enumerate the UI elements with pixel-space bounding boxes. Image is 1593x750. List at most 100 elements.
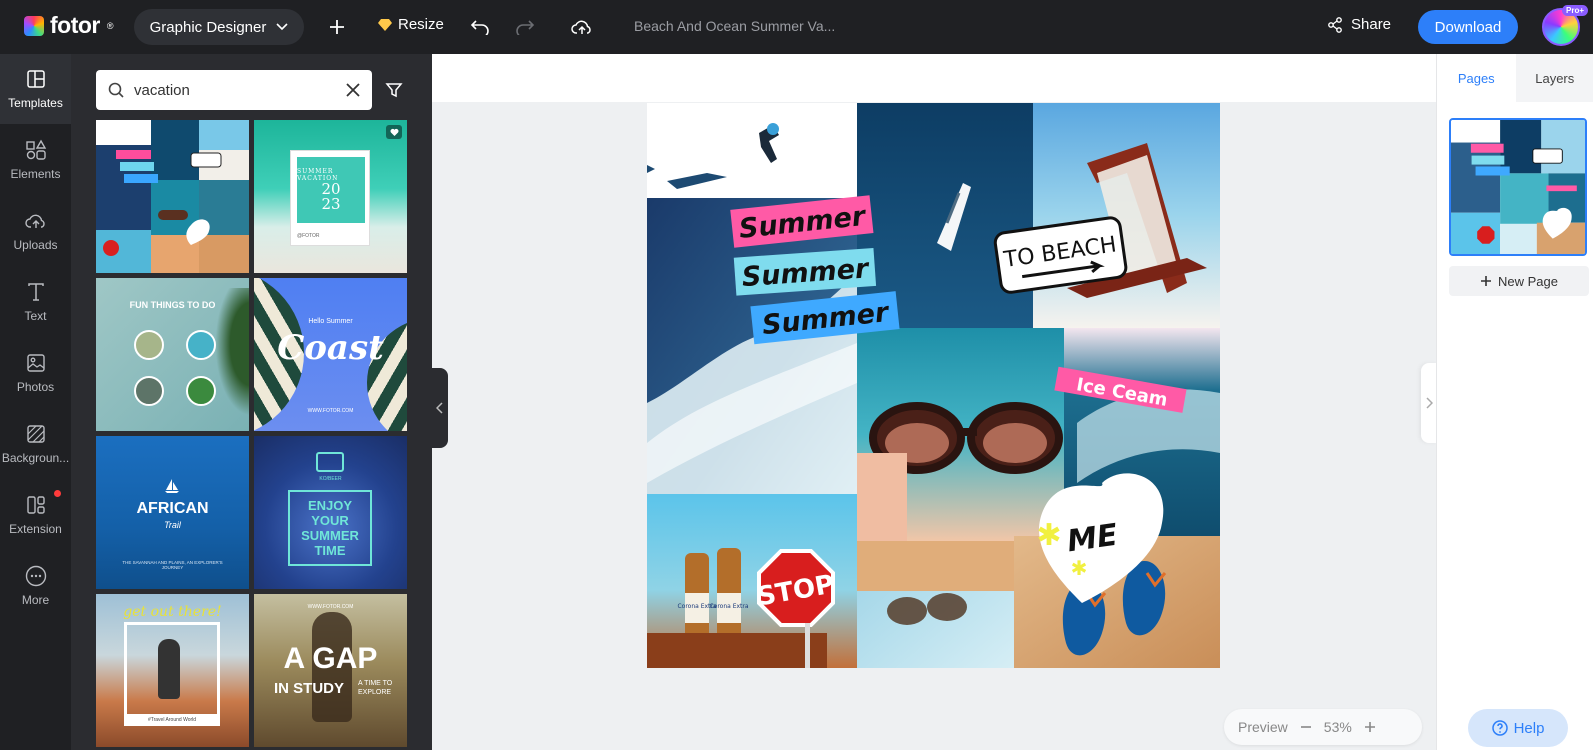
search-icon (108, 82, 124, 98)
template-text: Hello Summer (308, 318, 353, 325)
template-text: A GAP (283, 642, 378, 675)
page-thumbnail[interactable] (1449, 118, 1587, 256)
rail-label: Elements (10, 167, 61, 181)
top-bar: fotor ® Graphic Designer Resize Beach And… (0, 0, 1593, 54)
template-text: KO/BEER (319, 476, 342, 482)
beer-mug-icon (316, 452, 344, 472)
share-label: Share (1351, 16, 1392, 33)
template-african-trail[interactable]: AFRICAN Trail THE SAVANNAH AND PLAINS, A… (96, 436, 249, 589)
resize-label: Resize (398, 16, 444, 33)
redo-icon[interactable] (513, 15, 537, 39)
rail-item-templates[interactable]: Templates (0, 54, 71, 124)
collapse-panel-button[interactable] (432, 368, 448, 448)
rail-item-text[interactable]: Text (0, 267, 71, 337)
photos-icon (25, 352, 47, 374)
new-page-label: New Page (1498, 273, 1558, 289)
templates-icon (25, 68, 47, 90)
template-text: Trail (164, 520, 181, 530)
page-thumbnail-image (1451, 120, 1585, 254)
rail-item-uploads[interactable]: Uploads (0, 196, 71, 266)
cloud-save-icon[interactable] (570, 15, 594, 39)
favorite-icon[interactable] (386, 125, 402, 139)
help-icon (1491, 720, 1508, 736)
designer-mode-select[interactable]: Graphic Designer (134, 9, 304, 45)
template-a-gap[interactable]: WWW.FOTOR.COM A GAP IN STUDY A TIME TO E… (254, 594, 407, 747)
design-canvas[interactable]: Corona Extra Corona Extra STOP Summer Su… (647, 103, 1220, 668)
filter-icon[interactable] (384, 80, 404, 100)
undo-icon[interactable] (468, 15, 492, 39)
pro-badge: Pro+ (1562, 5, 1589, 16)
asterisk-decoration: ✱ (1071, 556, 1088, 580)
resize-button[interactable]: Resize (378, 16, 444, 33)
rail-label: Backgroun... (1, 451, 70, 465)
rail-label: Uploads (13, 238, 58, 252)
template-hello-summer-coast[interactable]: Hello Summer Coast WWW.FOTOR.COM (254, 278, 407, 431)
more-icon (25, 565, 47, 587)
fotor-logo[interactable]: fotor ® (24, 12, 114, 39)
share-button[interactable]: Share (1327, 16, 1391, 33)
rail-label: Photos (16, 380, 55, 394)
rail-label: Text (24, 309, 47, 323)
photo-circle (134, 376, 164, 406)
search-input[interactable] (134, 81, 336, 99)
template-text: SUMMER (301, 528, 359, 543)
sailboat-icon (165, 479, 179, 493)
new-page-button[interactable]: New Page (1449, 266, 1589, 296)
template-text: #Travel Around World (124, 714, 220, 726)
preview-button[interactable]: Preview (1238, 719, 1288, 735)
tab-layers[interactable]: Layers (1515, 54, 1593, 102)
template-get-out-there[interactable]: get out there! #Travel Around World (96, 594, 249, 747)
text-icon (25, 281, 47, 303)
rail-item-background[interactable]: Backgroun... (0, 409, 71, 479)
logo-reg: ® (106, 20, 114, 31)
notification-dot (54, 490, 61, 497)
help-button[interactable]: Help (1468, 709, 1568, 747)
template-image (96, 120, 249, 273)
asterisk-decoration: ✱ (1036, 518, 1061, 553)
photo-circle (186, 376, 216, 406)
template-enjoy-summer[interactable]: KO/BEER ENJOY YOUR SUMMER TIME (254, 436, 407, 589)
document-title[interactable]: Beach And Ocean Summer Va... (634, 18, 835, 34)
rail-item-photos[interactable]: Photos (0, 338, 71, 408)
template-text: WWW.FOTOR.COM (307, 408, 354, 414)
polaroid-frame: SUMMER VACATION 20 23 @FOTOR (290, 150, 370, 246)
collage-artwork: Corona Extra Corona Extra STOP Summer Su… (647, 103, 1220, 668)
add-icon[interactable] (325, 15, 349, 39)
beer-label-2: Corona Extra (709, 603, 748, 610)
template-summer-vacation[interactable]: SUMMER VACATION 20 23 @FOTOR (254, 120, 407, 273)
designer-mode-label: Graphic Designer (149, 18, 267, 36)
chevron-right-icon (1426, 397, 1433, 409)
tab-pages[interactable]: Pages (1437, 54, 1516, 102)
upload-icon (24, 210, 47, 232)
zoom-level: 53% (1323, 719, 1352, 735)
rail-label: More (21, 593, 50, 607)
rail-item-extension[interactable]: Extension (0, 480, 71, 550)
photo-circle (186, 330, 216, 360)
template-beach-collage[interactable] (96, 120, 249, 273)
template-text: YOUR (311, 513, 349, 528)
rail-item-elements[interactable]: Elements (0, 125, 71, 195)
extension-icon (25, 494, 47, 516)
template-text: @FOTOR (297, 233, 320, 239)
template-fun-things[interactable]: FUN THINGS TO DO (96, 278, 249, 431)
search-box (96, 70, 372, 110)
help-label: Help (1513, 719, 1545, 737)
left-rail: Templates Elements Uploads Text Photos B… (0, 54, 71, 750)
template-text: 23 (321, 195, 341, 213)
template-text: FUN THINGS TO DO (129, 300, 216, 310)
download-button[interactable]: Download (1418, 10, 1518, 44)
zoom-in-icon[interactable] (1364, 721, 1376, 733)
elements-icon (25, 139, 47, 161)
logo-text: fotor (50, 12, 100, 38)
template-text: EXPLORE (358, 689, 392, 696)
collapse-right-panel-button[interactable] (1421, 363, 1437, 443)
clear-search-icon[interactable] (346, 83, 360, 97)
zoom-out-icon[interactable] (1300, 721, 1312, 733)
canvas-toolbar-strip (432, 54, 1436, 102)
me-sticker: ME (1065, 518, 1120, 560)
diamond-icon (378, 18, 392, 31)
template-text: AFRICAN (136, 500, 209, 517)
rail-item-more[interactable]: More (0, 551, 71, 621)
background-icon (25, 423, 47, 445)
right-panel: Pages Layers New Page (1436, 54, 1593, 750)
